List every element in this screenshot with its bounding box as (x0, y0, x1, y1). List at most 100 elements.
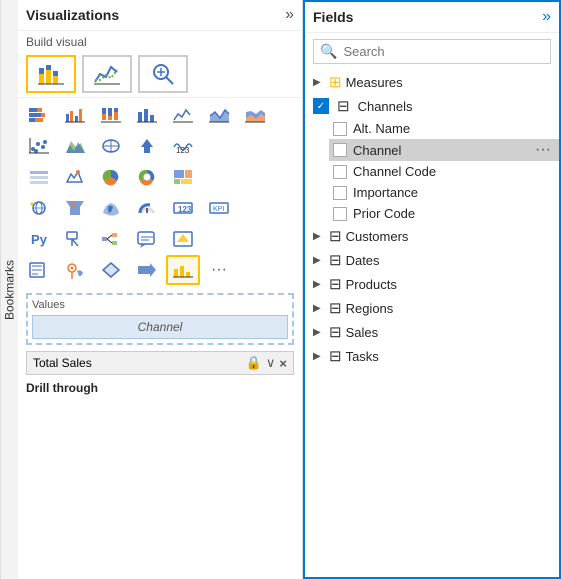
treemap-icon[interactable] (166, 162, 200, 192)
svg-text:123: 123 (178, 205, 192, 214)
channel-checkbox[interactable] (333, 143, 347, 157)
gauge-icon[interactable] (130, 193, 164, 223)
fields-group-regions: ▶ ⊟ Regions (305, 296, 559, 320)
analytics-icon[interactable] (138, 55, 188, 93)
bookmarks-tab[interactable]: Bookmarks (0, 0, 18, 579)
sales-expand-arrow: ▶ (313, 327, 325, 338)
regions-group-header[interactable]: ▶ ⊟ Regions (305, 296, 559, 320)
alt-name-checkbox[interactable] (333, 122, 347, 136)
tasks-expand-arrow: ▶ (313, 351, 325, 362)
kpi-icon[interactable] (58, 162, 92, 192)
dates-expand-arrow: ▶ (313, 255, 325, 266)
measures-table-icon: ⊞ (329, 73, 342, 91)
channels-group-header[interactable]: ✓ ⊟ Channels (305, 94, 559, 118)
card-icon[interactable]: 123 (166, 193, 200, 223)
importance-checkbox[interactable] (333, 186, 347, 200)
field-channel[interactable]: Channel ··· (329, 139, 559, 161)
values-section: Values Channel (26, 293, 294, 345)
python-icon[interactable]: Py (22, 224, 56, 254)
field-importance[interactable]: Importance (329, 182, 559, 203)
measures-expand-arrow: ▶ (313, 77, 325, 88)
prior-code-checkbox[interactable] (333, 207, 347, 221)
chevron-down-icon[interactable]: ∨ (266, 355, 276, 371)
visualizations-panel: Visualizations » Build visual (18, 0, 303, 579)
viz-expand-button[interactable]: » (285, 6, 294, 24)
smart-narrative-icon[interactable] (166, 224, 200, 254)
speech-bubble-icon[interactable] (130, 224, 164, 254)
fields-list: ▶ ⊞ Measures ✓ ⊟ Channels Alt. Name (305, 70, 559, 577)
line-chart-small-icon[interactable] (166, 100, 200, 130)
viz-icon-grid: 123 (18, 98, 302, 287)
measures-label: Measures (346, 75, 403, 90)
chip-actions: 🔒 ∨ × (246, 355, 287, 371)
tasks-group-header[interactable]: ▶ ⊟ Tasks (305, 344, 559, 368)
channel-dots-icon[interactable]: ··· (535, 142, 551, 158)
scatter-chart-icon[interactable] (22, 131, 56, 161)
area-chart-icon[interactable] (202, 100, 236, 130)
map-icon[interactable] (94, 131, 128, 161)
bar-chart-icon[interactable] (130, 100, 164, 130)
regions-expand-arrow: ▶ (313, 303, 325, 314)
values-label: Values (32, 299, 288, 311)
line-chart-icon[interactable] (82, 55, 132, 93)
total-sales-label: Total Sales (33, 356, 92, 370)
tasks-label: Tasks (346, 349, 379, 364)
decomp-tree-icon[interactable] (94, 224, 128, 254)
products-group-header[interactable]: ▶ ⊟ Products (305, 272, 559, 296)
stacked-bar-chart-icon[interactable] (26, 55, 76, 93)
products-label: Products (346, 277, 397, 292)
diamond-icon[interactable] (94, 255, 128, 285)
filled-map-icon[interactable] (94, 193, 128, 223)
more-icons-button[interactable]: ··· (202, 255, 236, 285)
channel-code-label: Channel Code (353, 164, 551, 179)
r-visual-icon[interactable] (58, 224, 92, 254)
clustered-bar-icon[interactable] (58, 100, 92, 130)
field-alt-name[interactable]: Alt. Name (329, 118, 559, 139)
wavy-chart-icon[interactable]: 123 (166, 131, 200, 161)
bar-chart-highlighted-icon[interactable] (166, 255, 200, 285)
paginated-icon[interactable] (22, 255, 56, 285)
globe-icon[interactable] (22, 193, 56, 223)
stacked-area-icon[interactable] (238, 100, 272, 130)
measures-group-header[interactable]: ▶ ⊞ Measures (305, 70, 559, 94)
fields-expand-button[interactable]: » (542, 8, 551, 26)
importance-label: Importance (353, 185, 551, 200)
channel-code-checkbox[interactable] (333, 165, 347, 179)
fields-group-products: ▶ ⊟ Products (305, 272, 559, 296)
viz-top-icons-row (18, 51, 302, 98)
channels-checkbox[interactable]: ✓ (313, 98, 329, 114)
customers-group-header[interactable]: ▶ ⊟ Customers (305, 224, 559, 248)
sales-group-header[interactable]: ▶ ⊟ Sales (305, 320, 559, 344)
stacked-bar-100-icon[interactable] (94, 100, 128, 130)
mountain-map-icon[interactable] (58, 131, 92, 161)
fields-panel: Fields » 🔍 ▶ ⊞ Measures ✓ ⊟ Channels (303, 0, 561, 579)
customers-expand-arrow: ▶ (313, 231, 325, 242)
close-icon[interactable]: × (279, 356, 287, 371)
channel-drop-zone[interactable]: Channel (32, 315, 288, 339)
channels-table-icon: ⊟ (337, 97, 350, 115)
search-input[interactable] (343, 44, 544, 59)
alt-name-label: Alt. Name (353, 121, 551, 136)
field-channel-code[interactable]: Channel Code (329, 161, 559, 182)
sales-table-icon: ⊟ (329, 323, 342, 341)
viz-row-4: 123 KPI (22, 193, 298, 223)
stacked-bar-h-icon[interactable] (22, 100, 56, 130)
kpi-card-icon[interactable]: KPI (202, 193, 236, 223)
customers-label: Customers (346, 229, 409, 244)
lock-icon[interactable]: 🔒 (246, 355, 262, 371)
fields-panel-header: Fields » (305, 2, 559, 33)
viz-panel-header: Visualizations » (18, 0, 302, 31)
drill-through-label: Drill through (18, 375, 302, 399)
fields-group-measures: ▶ ⊞ Measures (305, 70, 559, 94)
customers-table-icon: ⊟ (329, 227, 342, 245)
list-icon[interactable] (22, 162, 56, 192)
location-icon[interactable] (58, 255, 92, 285)
donut-chart-icon[interactable] (130, 162, 164, 192)
funnel-icon[interactable] (58, 193, 92, 223)
pie-chart-icon[interactable] (94, 162, 128, 192)
arrow-up-icon[interactable] (130, 131, 164, 161)
dates-group-header[interactable]: ▶ ⊟ Dates (305, 248, 559, 272)
forward-arrow-icon[interactable] (130, 255, 164, 285)
fields-panel-title: Fields (313, 9, 353, 25)
field-prior-code[interactable]: Prior Code (329, 203, 559, 224)
